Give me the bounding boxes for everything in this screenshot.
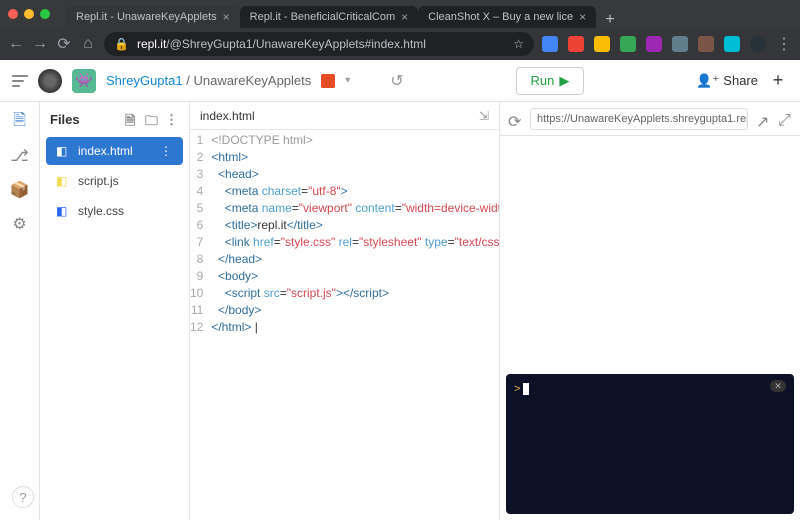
file-item[interactable]: ◧ script.js [46, 167, 183, 195]
address-bar-row: ← → ⟳ ⌂ 🔒 repl.it/@ShreyGupta1/UnawareKe… [0, 28, 800, 60]
window-maximize[interactable] [40, 9, 50, 19]
extension-icon[interactable] [542, 36, 558, 52]
files-icon[interactable]: 🗎 [10, 112, 30, 132]
tab-title: Repl.it - UnawareKeyApplets [76, 11, 217, 23]
file-name: style.css [78, 204, 124, 218]
browser-tab[interactable]: CleanShot X – Buy a new lice × [418, 6, 596, 28]
close-icon[interactable]: × [579, 10, 586, 24]
html-file-icon: ◧ [56, 144, 70, 158]
browser-tab[interactable]: Repl.it - BeneficialCriticalCom × [240, 6, 419, 28]
sidebar-rail: 🗎 ⎇ 📦 ⚙ [0, 102, 40, 520]
breadcrumb: ShreyGupta1 / UnawareKeyApplets [106, 73, 311, 88]
html-badge-icon [321, 74, 335, 88]
settings-icon[interactable]: ⚙ [10, 214, 30, 234]
extensions: ⋮ [542, 36, 792, 52]
file-item[interactable]: ◧ style.css [46, 197, 183, 225]
terminal-close-icon[interactable]: ✕ [770, 380, 786, 392]
extension-icon[interactable] [568, 36, 584, 52]
line-gutter: 1 2 3 4 5 6 7 8 9 10 11 12 [190, 132, 211, 520]
close-icon[interactable]: × [223, 10, 230, 24]
chevron-down-icon[interactable]: ▾ [345, 75, 350, 86]
preview-url[interactable]: https://UnawareKeyApplets.shreygupta1.re… [530, 108, 748, 130]
add-button[interactable]: + [768, 70, 788, 91]
reload-button[interactable]: ⟳ [56, 36, 72, 52]
profile-avatar[interactable] [750, 36, 766, 52]
star-icon[interactable]: ☆ [513, 37, 524, 51]
menu-icon[interactable]: ⋮ [776, 36, 792, 52]
user-avatar[interactable]: 👾 [72, 69, 96, 93]
forward-button[interactable]: → [32, 36, 48, 52]
terminal-cursor [523, 383, 529, 395]
extension-icon[interactable] [594, 36, 610, 52]
extension-icon[interactable] [724, 36, 740, 52]
extension-icon[interactable] [672, 36, 688, 52]
packages-icon[interactable]: 📦 [10, 180, 30, 200]
expand-icon[interactable]: ⤢ [778, 112, 792, 126]
more-icon[interactable]: ⋮ [165, 112, 179, 126]
files-panel: Files 🗎 🗀 ⋮ ◧ index.html ⋮ ◧ script.js ◧… [40, 102, 190, 520]
hamburger-icon[interactable] [12, 75, 28, 87]
replit-logo[interactable] [38, 69, 62, 93]
collapse-icon[interactable]: ⇲ [479, 109, 489, 123]
address-bar[interactable]: 🔒 repl.it/@ShreyGupta1/UnawareKeyApplets… [104, 32, 534, 56]
person-plus-icon: 👤⁺ [696, 73, 719, 89]
files-header: Files [50, 112, 80, 127]
preview-panel: ⟳ https://UnawareKeyApplets.shreygupta1.… [500, 102, 800, 520]
close-icon[interactable]: × [401, 10, 408, 24]
extension-icon[interactable] [620, 36, 636, 52]
home-button[interactable]: ⌂ [80, 36, 96, 52]
new-tab-button[interactable]: + [602, 12, 618, 28]
file-name: index.html [78, 144, 133, 158]
editor-tab-name: index.html [200, 109, 255, 123]
more-icon[interactable]: ⋮ [160, 144, 173, 158]
file-name: script.js [78, 174, 119, 188]
run-button[interactable]: Run▶ [516, 67, 585, 95]
extension-icon[interactable] [646, 36, 662, 52]
tab-title: Repl.it - BeneficialCriticalCom [250, 11, 396, 23]
reload-icon[interactable]: ⟳ [508, 112, 522, 126]
open-external-icon[interactable]: ↗ [756, 112, 770, 126]
code-editor[interactable]: 1 2 3 4 5 6 7 8 9 10 11 12 <!DOCTYPE htm… [190, 130, 499, 520]
lock-icon: 🔒 [114, 37, 129, 51]
back-button[interactable]: ← [8, 36, 24, 52]
help-button[interactable]: ? [12, 486, 34, 508]
preview-body[interactable] [500, 136, 800, 368]
terminal[interactable]: > ✕ [506, 374, 794, 514]
editor-panel: index.html ⇲ 1 2 3 4 5 6 7 8 9 10 11 12 … [190, 102, 500, 520]
vcs-icon[interactable]: ⎇ [10, 146, 30, 166]
play-icon: ▶ [559, 73, 569, 89]
window-titlebar: Repl.it - UnawareKeyApplets × Repl.it - B… [0, 0, 800, 28]
browser-tabs: Repl.it - UnawareKeyApplets × Repl.it - B… [66, 0, 792, 28]
browser-tab[interactable]: Repl.it - UnawareKeyApplets × [66, 6, 240, 28]
window-close[interactable] [8, 9, 18, 19]
extension-icon[interactable] [698, 36, 714, 52]
js-file-icon: ◧ [56, 174, 70, 188]
new-file-icon[interactable]: 🗎 [125, 112, 139, 126]
new-folder-icon[interactable]: 🗀 [145, 112, 159, 126]
app-toolbar: 👾 ShreyGupta1 / UnawareKeyApplets ▾ ↺ Ru… [0, 60, 800, 102]
share-button[interactable]: 👤⁺Share [696, 73, 758, 89]
file-item[interactable]: ◧ index.html ⋮ [46, 137, 183, 165]
breadcrumb-user[interactable]: ShreyGupta1 [106, 73, 183, 88]
history-icon[interactable]: ↺ [390, 71, 403, 91]
css-file-icon: ◧ [56, 204, 70, 218]
tab-title: CleanShot X – Buy a new lice [428, 11, 573, 23]
code-lines[interactable]: <!DOCTYPE html> <html> <head> <meta char… [211, 132, 499, 520]
window-minimize[interactable] [24, 9, 34, 19]
terminal-prompt: > [514, 383, 523, 395]
breadcrumb-project[interactable]: UnawareKeyApplets [193, 73, 311, 88]
